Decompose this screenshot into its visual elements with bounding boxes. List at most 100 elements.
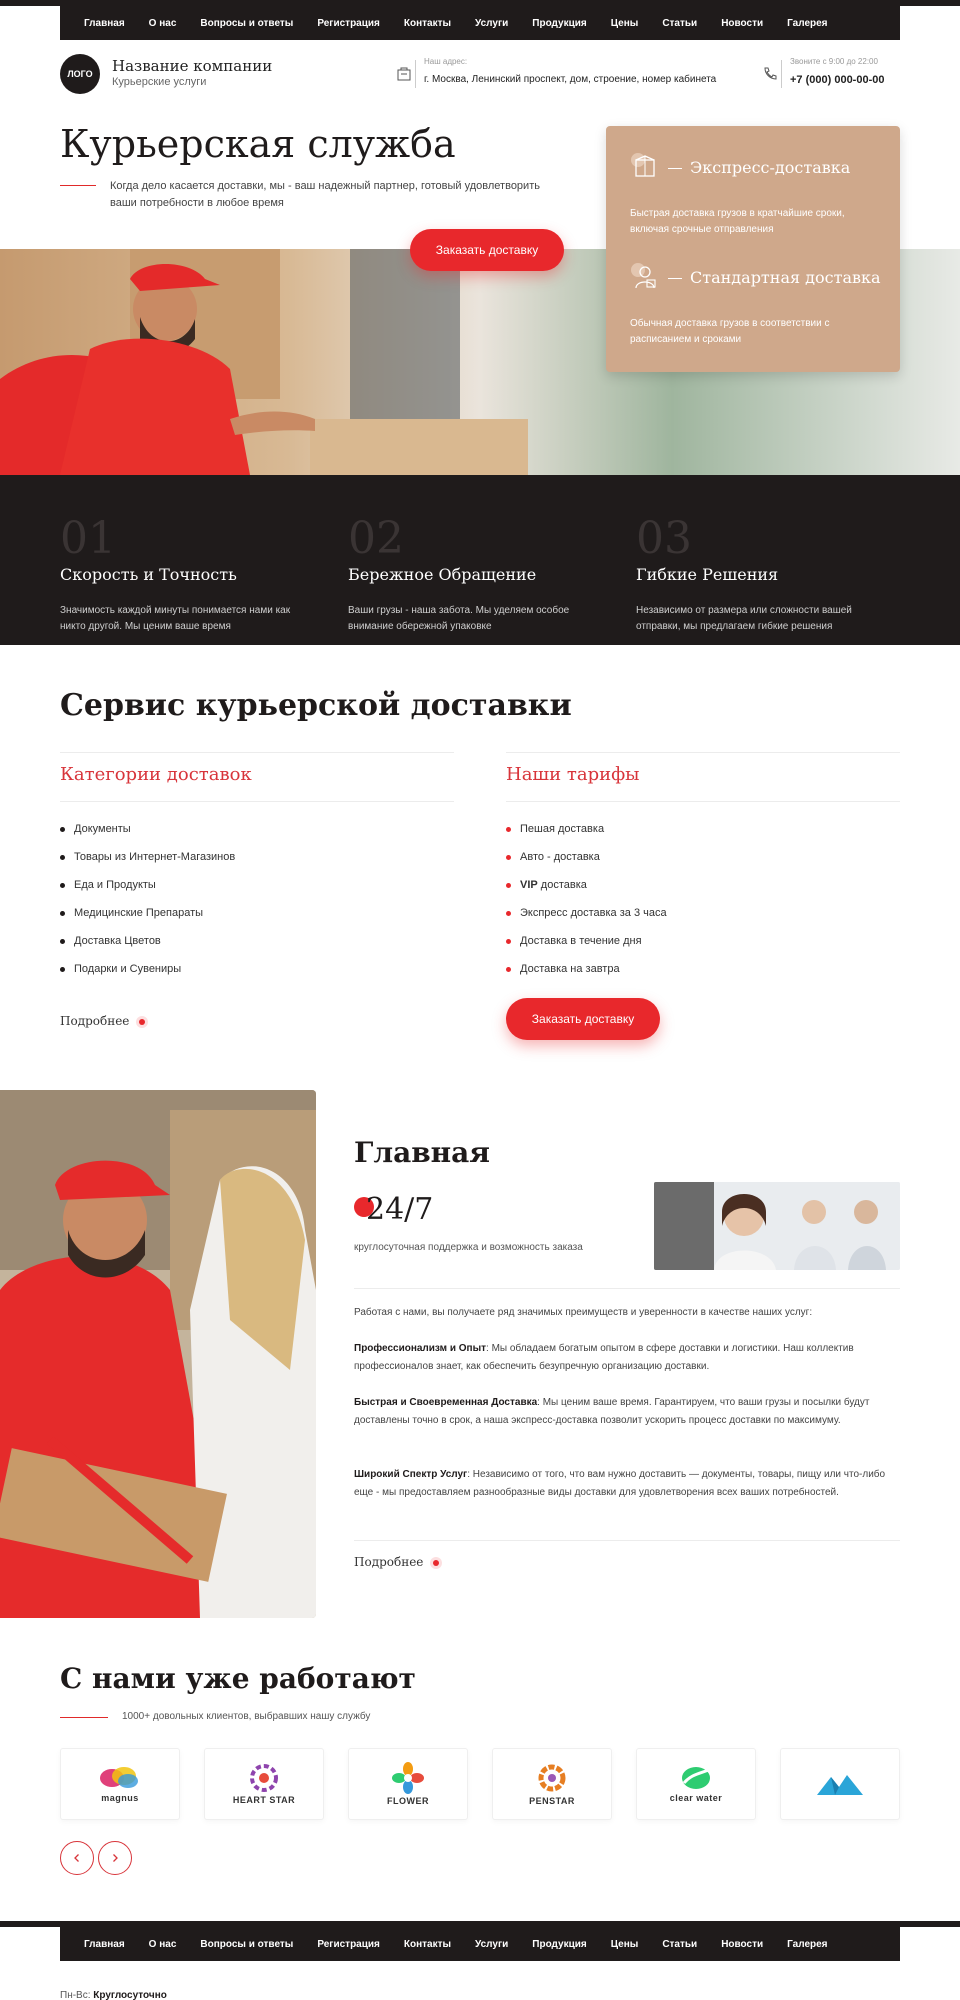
divider: [354, 1540, 900, 1541]
hero-title: Курьерская служба: [60, 122, 456, 166]
nav-item[interactable]: Статьи: [662, 1939, 697, 1950]
courier-handover-photo: [0, 1090, 316, 1618]
feature-number: 02: [348, 513, 404, 564]
partners-subtitle: 1000+ довольных клиентов, выбравших нашу…: [122, 1711, 371, 1722]
more-label: Подробнее: [354, 1555, 424, 1569]
list-item: Авто - доставка: [506, 850, 667, 878]
nav-item[interactable]: Новости: [721, 1939, 763, 1950]
partner-logo[interactable]: [780, 1748, 900, 1820]
tariff-text: Доставка в течение дня: [520, 935, 642, 947]
service-section-title: Сервис курьерской доставки: [60, 688, 572, 723]
nav-item[interactable]: Статьи: [662, 18, 697, 29]
tariff-text: доставка: [537, 879, 587, 891]
footer-hours: Пн-Вс: Круглосуточно: [60, 1990, 167, 2000]
accent-line: [60, 185, 96, 186]
nav-item[interactable]: О нас: [149, 18, 177, 29]
partner-logo[interactable]: clear water: [636, 1748, 756, 1820]
partner-logo[interactable]: magnus: [60, 1748, 180, 1820]
nav-item[interactable]: Услуги: [475, 18, 508, 29]
about-paragraph: Профессионализм и Опыт: Мы обладаем бога…: [354, 1340, 900, 1376]
nav-item[interactable]: Контакты: [404, 1939, 451, 1950]
hero-description: Когда дело касается доставки, мы - ваш н…: [110, 180, 540, 209]
nav-item[interactable]: Контакты: [404, 18, 451, 29]
nav-item[interactable]: Вопросы и ответы: [200, 1939, 293, 1950]
divider: [781, 60, 782, 88]
magnus-logo-icon: [100, 1767, 138, 1788]
services-card: Экспресс-доставка Быстрая доставка грузо…: [606, 126, 900, 372]
list-item: Пешая доставка: [506, 822, 667, 850]
building-icon: [397, 67, 411, 81]
next-button[interactable]: [98, 1841, 132, 1875]
delivery-photo: [0, 1090, 316, 1618]
nav-item[interactable]: Галерея: [787, 1939, 827, 1950]
nav-item[interactable]: О нас: [149, 1939, 177, 1950]
nav-item[interactable]: Вопросы и ответы: [200, 18, 293, 29]
dot-icon: [433, 1559, 440, 1566]
big-number: 24/7: [366, 1192, 434, 1227]
logo[interactable]: ЛОГО: [60, 54, 100, 94]
service-desc-standard: Обычная доставка грузов в соответствии с…: [630, 318, 830, 345]
divider: [506, 752, 900, 753]
service-title-standard[interactable]: Стандартная доставка: [690, 268, 881, 287]
order-delivery-button[interactable]: Заказать доставку: [410, 229, 564, 271]
nav-item[interactable]: Новости: [721, 18, 763, 29]
penstar-logo-icon: [538, 1764, 566, 1792]
box-icon: [631, 153, 655, 177]
hours-label: Пн-Вс:: [60, 1990, 91, 2000]
more-link[interactable]: Подробнее: [354, 1555, 440, 1569]
paragraph-bold: Широкий Спектр Услуг: [354, 1469, 468, 1480]
nav-item[interactable]: Главная: [84, 1939, 125, 1950]
support-text: круглосуточная поддержка и возможность з…: [354, 1242, 583, 1253]
features-band: 01 Скорость и Точность Значимость каждой…: [0, 475, 960, 645]
divider: [60, 752, 454, 753]
tariffs-list: Пешая доставка Авто - доставка VIP доста…: [506, 822, 667, 990]
service-title-express[interactable]: Экспресс-доставка: [690, 158, 850, 177]
phone-value[interactable]: +7 (000) 000-00-00: [790, 74, 884, 86]
list-item: Документы: [60, 822, 235, 850]
list-item: Доставка в течение дня: [506, 934, 667, 962]
nav-item[interactable]: Главная: [84, 18, 125, 29]
categories-title: Категории доставок: [60, 764, 252, 785]
order-delivery-button-2[interactable]: Заказать доставку: [506, 998, 660, 1040]
nav-item[interactable]: Регистрация: [317, 1939, 380, 1950]
categories-list: Документы Товары из Интернет-Магазинов Е…: [60, 822, 235, 990]
list-item: Доставка на завтра: [506, 962, 667, 990]
footer-nav: Главная О нас Вопросы и ответы Регистрация К…: [60, 1927, 900, 1961]
list-item: Еда и Продукты: [60, 878, 235, 906]
clear-water-logo-icon: [682, 1767, 711, 1789]
feature-title: Скорость и Точность: [60, 565, 237, 584]
partner-logo[interactable]: FLOWER: [348, 1748, 468, 1820]
about-title: Главная: [354, 1136, 490, 1169]
nav-item[interactable]: Цены: [611, 18, 639, 29]
more-link[interactable]: Подробнее: [60, 1014, 146, 1028]
partner-logo[interactable]: PENSTAR: [492, 1748, 612, 1820]
feature-desc: Значимость каждой минуты понимается нами…: [60, 605, 291, 632]
feature-desc: Ваши грузы - наша забота. Мы уделяем осо…: [348, 605, 570, 632]
tariff-text: Пешая доставка: [520, 823, 605, 835]
tariff-text: Доставка на завтра: [520, 963, 620, 975]
flower-logo-icon: [392, 1762, 424, 1794]
accent-line: [60, 1717, 108, 1718]
about-paragraph: Быстрая и Своевременная Доставка: Мы цен…: [354, 1394, 900, 1430]
feature-desc: Независимо от размера или сложности ваше…: [636, 605, 852, 632]
partner-name: clear water: [669, 1793, 723, 1803]
feature-number: 01: [60, 513, 116, 564]
company-subtitle: Курьерские услуги: [112, 76, 207, 88]
feature-title: Гибкие Решения: [636, 565, 779, 584]
mountain-logo-icon: [817, 1775, 863, 1795]
chevron-right-icon: [113, 1854, 118, 1862]
nav-item[interactable]: Продукция: [532, 18, 586, 29]
chevron-left-icon: [74, 1854, 79, 1862]
partner-name: FLOWER: [387, 1796, 429, 1806]
nav-item[interactable]: Регистрация: [317, 18, 380, 29]
nav-item[interactable]: Продукция: [532, 1939, 586, 1950]
feature-number: 03: [636, 513, 692, 564]
service-desc-express: Быстрая доставка грузов в кратчайшие сро…: [630, 208, 845, 235]
nav-item[interactable]: Галерея: [787, 18, 827, 29]
phone-label: Звоните с 9:00 до 22:00: [790, 57, 878, 66]
nav-item[interactable]: Услуги: [475, 1939, 508, 1950]
partner-logo[interactable]: HEART STAR: [204, 1748, 324, 1820]
prev-button[interactable]: [60, 1841, 94, 1875]
tariff-bold: VIP: [520, 879, 538, 891]
nav-item[interactable]: Цены: [611, 1939, 639, 1950]
